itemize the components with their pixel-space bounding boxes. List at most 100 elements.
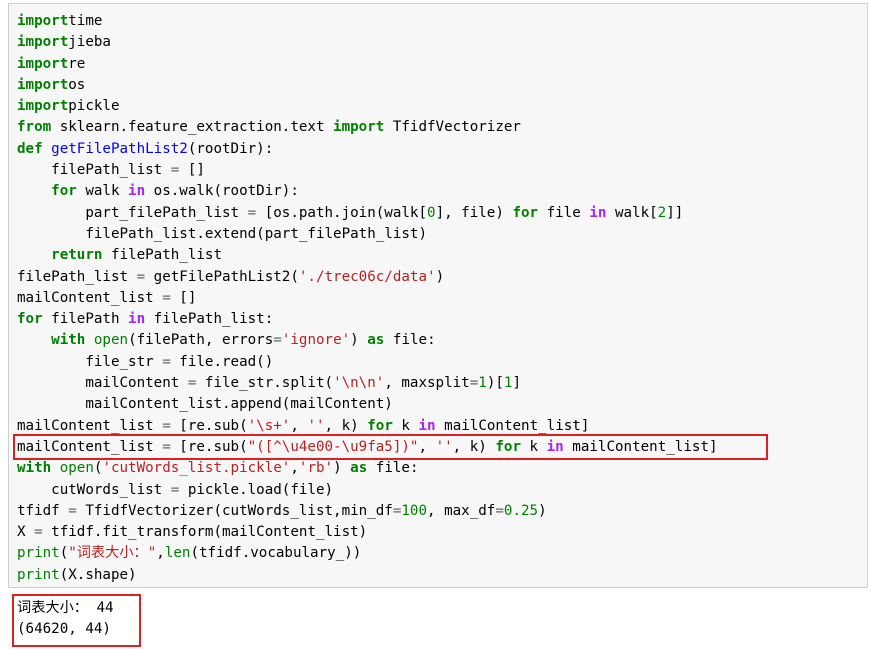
code-token: file_str.split( bbox=[196, 375, 334, 392]
code-block[interactable]: importtime importjieba importre importos imp… bbox=[17, 11, 717, 586]
code-token: "词表大小：" bbox=[68, 545, 157, 562]
code-line: cutWords_list = pickle.load(file) bbox=[17, 480, 717, 501]
code-line: mailContent_list.append(mailContent) bbox=[17, 394, 717, 415]
code-token: file.read() bbox=[170, 353, 274, 370]
code-token: filePath_list.extend(part_filePath_list) bbox=[17, 225, 427, 242]
code-token: 100 bbox=[401, 502, 428, 519]
code-token: in bbox=[128, 311, 146, 328]
code-token: = bbox=[247, 204, 257, 221]
code-token: 'cutWords_list.pickle' bbox=[102, 460, 291, 477]
code-token: filePath_list: bbox=[145, 311, 274, 328]
code-line: mailContent_list = [] bbox=[17, 288, 717, 309]
code-token: walk[ bbox=[606, 204, 658, 221]
code-token: 2 bbox=[657, 204, 667, 221]
code-token: 'ignore' bbox=[281, 332, 351, 349]
code-token: len bbox=[164, 545, 191, 562]
code-token: , max_df bbox=[427, 502, 496, 519]
code-line: return filePath_list bbox=[17, 245, 717, 266]
code-token: in bbox=[418, 417, 436, 434]
code-token: tfidf bbox=[17, 502, 69, 519]
code-line: def getFilePathList2(rootDir): bbox=[17, 139, 717, 160]
code-token: = bbox=[495, 502, 504, 519]
code-token: import bbox=[17, 55, 69, 72]
code-token: )[ bbox=[486, 375, 504, 392]
code-token: ] bbox=[512, 375, 522, 392]
code-token: filePath bbox=[42, 311, 129, 328]
code-token: (rootDir): bbox=[187, 140, 274, 157]
code-token: '\n\n' bbox=[333, 375, 385, 392]
code-line: importre bbox=[17, 54, 717, 75]
code-token: filePath_list bbox=[102, 247, 223, 264]
code-token: ) bbox=[350, 332, 368, 349]
code-token: (tfidf.vocabulary_)) bbox=[190, 545, 362, 562]
code-token: TfidfVectorizer bbox=[384, 119, 521, 136]
code-token: mailContent bbox=[17, 375, 188, 392]
code-token: getFilePathList2 bbox=[51, 140, 188, 157]
code-token: filePath_list bbox=[17, 268, 137, 285]
code-token: './trec06c/data' bbox=[298, 268, 436, 285]
code-token: sklearn.feature_extraction.text bbox=[51, 119, 334, 136]
code-token: in bbox=[589, 204, 607, 221]
code-line: for walk in os.walk(rootDir): bbox=[17, 181, 717, 202]
code-token: 0.25 bbox=[503, 502, 539, 519]
code-token: cutWords_list bbox=[17, 481, 171, 498]
code-line: importpickle bbox=[17, 96, 717, 117]
code-token: = bbox=[68, 502, 77, 519]
code-token: filePath_list bbox=[17, 162, 171, 179]
code-line: X = tfidf.fit_transform(mailContent_list… bbox=[17, 522, 717, 543]
code-token: os.walk(rootDir): bbox=[145, 183, 299, 200]
code-line: importjieba bbox=[17, 32, 717, 53]
code-line: filePath_list = [] bbox=[17, 160, 717, 181]
code-line: file_str = file.read() bbox=[17, 352, 717, 373]
code-token: ) bbox=[538, 502, 547, 519]
code-line: filePath_list = getFilePathList2('./trec… bbox=[17, 267, 717, 288]
code-line: importos bbox=[17, 75, 717, 96]
code-token: for bbox=[367, 417, 393, 434]
code-token: X bbox=[17, 524, 35, 541]
code-token: = bbox=[469, 375, 479, 392]
code-token: = bbox=[170, 481, 180, 498]
code-token: import bbox=[333, 119, 385, 136]
code-token: as bbox=[367, 332, 385, 349]
code-token: re bbox=[68, 55, 86, 72]
code-line: for filePath in filePath_list: bbox=[17, 309, 717, 330]
code-token: for bbox=[17, 311, 43, 328]
code-token: time bbox=[68, 13, 103, 29]
code-line: mailContent = file_str.split('\n\n', max… bbox=[17, 373, 717, 394]
code-line: importtime bbox=[17, 11, 717, 32]
code-token: import bbox=[17, 13, 69, 29]
code-token: import bbox=[17, 34, 69, 51]
code-token: ], file) bbox=[435, 204, 513, 221]
code-token: mailContent_list bbox=[17, 417, 163, 434]
code-token: ) bbox=[435, 268, 445, 285]
code-token: for bbox=[512, 204, 539, 221]
code-token: pickle bbox=[68, 98, 120, 115]
code-token: file_str bbox=[17, 353, 163, 370]
code-token: getFilePathList2( bbox=[145, 268, 299, 285]
code-token: mailContent_list.append(mailContent) bbox=[17, 396, 393, 413]
code-token: file: bbox=[367, 460, 419, 477]
code-token: 1 bbox=[478, 375, 487, 392]
code-token: for bbox=[51, 183, 77, 200]
highlight-box-regex-line bbox=[13, 434, 768, 460]
code-line: part_filePath_list = [os.path.join(walk[… bbox=[17, 203, 717, 224]
code-token: def bbox=[17, 140, 43, 157]
code-token: '\s+' bbox=[247, 417, 291, 434]
code-token: open bbox=[93, 332, 129, 349]
code-line: with open('cutWords_list.pickle','rb') a… bbox=[17, 458, 717, 479]
code-token: = bbox=[162, 417, 171, 434]
code-token: file bbox=[538, 204, 590, 221]
code-token: , k) bbox=[324, 417, 368, 434]
code-token: jieba bbox=[68, 34, 111, 51]
code-token: = bbox=[162, 289, 171, 306]
code-line: filePath_list.extend(part_filePath_list) bbox=[17, 224, 717, 245]
code-token: os bbox=[68, 76, 86, 93]
code-token: tfidf.fit_transform(mailContent_list) bbox=[42, 524, 368, 541]
code-line: print("词表大小：",len(tfidf.vocabulary_)) bbox=[17, 543, 717, 564]
